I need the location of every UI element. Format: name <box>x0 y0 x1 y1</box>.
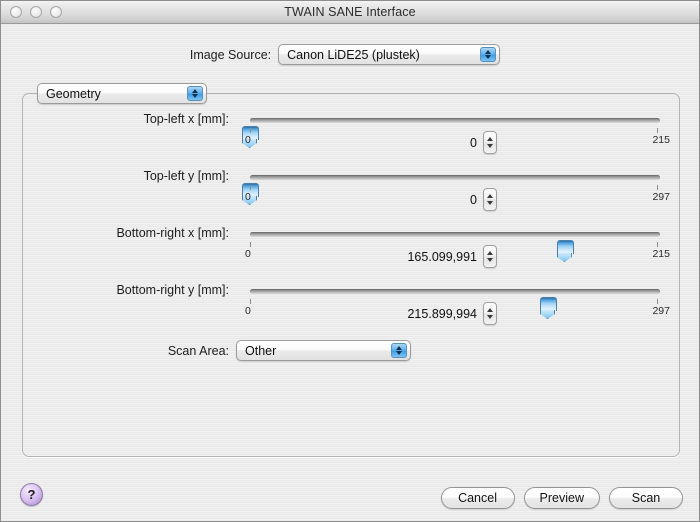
slider-value-text: 0 <box>470 135 477 150</box>
scan-button[interactable]: Scan <box>609 487 683 509</box>
scan-area-label: Scan Area: <box>167 343 229 358</box>
window-controls <box>10 6 62 18</box>
geometry-value: Geometry <box>46 86 101 101</box>
geometry-group-tab: Geometry <box>37 83 207 104</box>
window-titlebar: TWAIN SANE Interface <box>1 1 699 24</box>
stepper-down-icon[interactable] <box>487 201 493 205</box>
scan-area-row: Scan Area: Other <box>22 340 680 361</box>
preview-button[interactable]: Preview <box>523 487 600 509</box>
image-source-row: Image Source: Canon LiDE25 (plustek) <box>1 44 699 65</box>
slider-row-bottom-right-x: Bottom-right x [mm]: 0 215 165.099,991 <box>22 219 680 276</box>
stepper-up-icon[interactable] <box>487 308 493 312</box>
slider-thumb[interactable] <box>540 297 558 311</box>
slider-thumb[interactable] <box>556 240 574 254</box>
slider-stepper[interactable] <box>483 245 497 268</box>
dialog-button-bar: Cancel Preview Scan <box>440 487 683 509</box>
stepper-down-icon[interactable] <box>487 315 493 319</box>
slider-tick-min <box>250 242 251 247</box>
geometry-popup-button[interactable]: Geometry <box>37 83 207 104</box>
slider-value-text: 0 <box>470 192 477 207</box>
slider-tick-min <box>250 299 251 304</box>
scan-area-value: Other <box>245 343 277 358</box>
slider-value-text: 165.099,991 <box>407 249 477 264</box>
chevron-updown-icon <box>480 47 497 62</box>
slider-min-label: 0 <box>245 134 251 146</box>
slider-max-label: 297 <box>652 191 670 203</box>
image-source-value: Canon LiDE25 (plustek) <box>287 47 420 62</box>
slider-max-label: 215 <box>652 248 670 260</box>
slider-label: Top-left x [mm]: <box>143 112 229 126</box>
stepper-down-icon[interactable] <box>487 258 493 262</box>
slider-track[interactable] <box>242 118 660 140</box>
chevron-updown-icon <box>187 86 203 101</box>
slider-stepper[interactable] <box>483 131 497 154</box>
stepper-down-icon[interactable] <box>487 144 493 148</box>
stepper-up-icon[interactable] <box>487 194 493 198</box>
minimize-button[interactable] <box>30 6 42 18</box>
slider-min-label: 0 <box>245 191 251 203</box>
zoom-button[interactable] <box>50 6 62 18</box>
slider-row-bottom-right-y: Bottom-right y [mm]: 0 297 215.899,994 <box>22 276 680 333</box>
image-source-popup-button[interactable]: Canon LiDE25 (plustek) <box>278 44 501 65</box>
slider-label: Top-left y [mm]: <box>143 169 229 183</box>
stepper-up-icon[interactable] <box>487 137 493 141</box>
slider-value-text: 215.899,994 <box>407 306 477 321</box>
slider-tick-min <box>250 128 251 133</box>
stepper-up-icon[interactable] <box>487 251 493 255</box>
window-title: TWAIN SANE Interface <box>284 5 416 19</box>
slider-tick-max <box>657 128 658 133</box>
slider-max-label: 297 <box>652 305 670 317</box>
slider-min-label: 0 <box>245 305 251 317</box>
slider-stepper[interactable] <box>483 188 497 211</box>
chevron-updown-icon <box>391 343 407 358</box>
slider-value-group: 165.099,991 <box>322 245 497 268</box>
slider-tick-min <box>250 185 251 190</box>
twain-sane-window: TWAIN SANE Interface Image Source: Canon… <box>0 0 700 522</box>
cancel-button[interactable]: Cancel <box>440 487 515 509</box>
slider-value-group: 215.899,994 <box>322 302 497 325</box>
slider-stepper[interactable] <box>483 302 497 325</box>
slider-track[interactable] <box>250 232 660 254</box>
slider-tick-max <box>657 299 658 304</box>
help-button[interactable]: ? <box>20 483 43 506</box>
slider-tick-max <box>657 185 658 190</box>
slider-label: Bottom-right x [mm]: <box>116 226 229 240</box>
slider-value-group: 0 <box>322 131 497 154</box>
slider-row-top-left-x: Top-left x [mm]: 0 215 0 <box>22 105 680 162</box>
geometry-slider-rows: Top-left x [mm]: 0 215 0 Top-left y [mm]… <box>22 105 680 333</box>
scan-area-popup-button[interactable]: Other <box>236 340 411 361</box>
slider-label: Bottom-right y [mm]: <box>116 283 229 297</box>
slider-max-label: 215 <box>652 134 670 146</box>
slider-track[interactable] <box>250 289 660 311</box>
slider-row-top-left-y: Top-left y [mm]: 0 297 0 <box>22 162 680 219</box>
slider-tick-max <box>657 242 658 247</box>
close-button[interactable] <box>10 6 22 18</box>
slider-track[interactable] <box>242 175 660 197</box>
image-source-label: Image Source: <box>189 47 272 62</box>
slider-value-group: 0 <box>322 188 497 211</box>
slider-min-label: 0 <box>245 248 251 260</box>
